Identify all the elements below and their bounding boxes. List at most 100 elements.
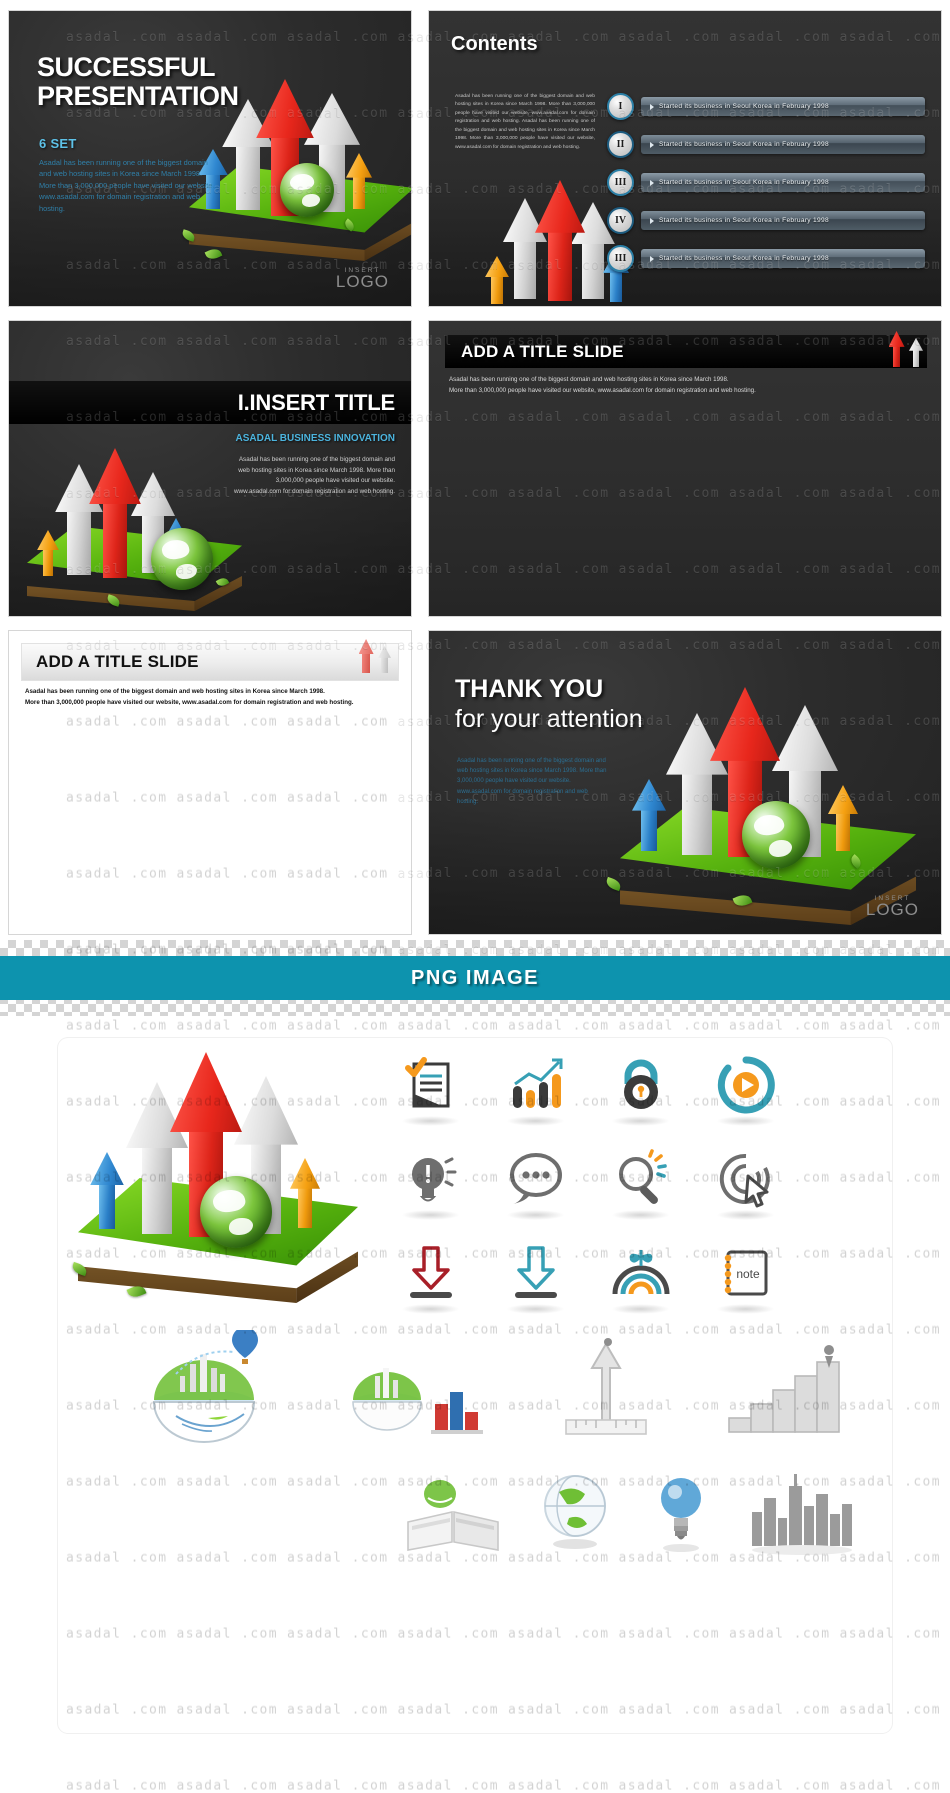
light-bulb-blue-icon[interactable]	[641, 1464, 721, 1556]
section-body-text: Asadal has been running one of the bigge…	[227, 455, 395, 498]
thankyou-title: THANK YOU	[455, 675, 603, 704]
arrow-ruler-icon[interactable]	[546, 1332, 666, 1450]
list-item-label: Started its business in Seoul Korea in F…	[659, 103, 829, 110]
icon-grid: note	[378, 1038, 798, 1320]
title-band: ADD A TITLE SLIDE	[445, 335, 927, 368]
logo-placeholder: INSERT LOGO	[866, 895, 919, 920]
png-banner-title: PNG IMAGE	[411, 967, 539, 990]
slide-body-text: Asadal has been running one of the bigge…	[449, 375, 921, 396]
page-title: I.INSERT TITLE	[238, 390, 395, 416]
arrow-blue-small	[90, 1152, 124, 1228]
list-item-label: Started its business in Seoul Korea in F…	[659, 141, 829, 148]
list-item-numeral: II	[607, 131, 634, 158]
mini-arrow-decoration	[359, 639, 391, 673]
magnifier-search-icon[interactable]	[588, 1132, 693, 1226]
triangle-bullet-icon	[650, 142, 654, 148]
green-globe	[742, 801, 810, 869]
arrow-red-main	[535, 180, 585, 300]
cover-subtitle: 6 SET	[39, 136, 77, 151]
contents-list: I Started its business in Seoul Korea in…	[607, 93, 925, 283]
note-pad-icon[interactable]: note	[693, 1226, 798, 1320]
slide-body-text: Asadal has been running one of the bigge…	[25, 687, 395, 709]
play-circle-icon[interactable]	[693, 1038, 798, 1132]
page-title: ADD A TITLE SLIDE	[36, 652, 199, 672]
section-title-band: I.INSERT TITLE	[9, 381, 411, 424]
thankyou-subtitle: for your attention	[455, 705, 643, 734]
logo-text: LOGO	[336, 272, 389, 292]
sprout-rainbow-icon[interactable]	[588, 1226, 693, 1320]
list-item-bar[interactable]: Started its business in Seoul Korea in F…	[641, 249, 925, 268]
logo-placeholder: INSERT LOGO	[336, 267, 389, 292]
arrow-red-main	[89, 448, 141, 576]
green-globe	[151, 528, 213, 590]
slide-title-light[interactable]: ADD A TITLE SLIDE Asadal has been runnin…	[8, 630, 412, 935]
cursor-click-target-icon[interactable]	[693, 1132, 798, 1226]
green-globe	[200, 1176, 272, 1248]
speech-bubble-icon[interactable]	[483, 1132, 588, 1226]
open-book-icon[interactable]	[398, 1464, 508, 1556]
note-label: note	[736, 1267, 760, 1281]
hero-arrow-globe-artwork	[68, 1048, 378, 1328]
checklist-document-icon[interactable]	[378, 1038, 483, 1132]
list-item-label: Started its business in Seoul Korea in F…	[659, 179, 829, 186]
mini-arrow-decoration	[889, 331, 923, 367]
list-item-bar[interactable]: Started its business in Seoul Korea in F…	[641, 135, 925, 154]
arrow-orange-small	[37, 530, 59, 576]
download-arrow-red-icon[interactable]	[378, 1226, 483, 1320]
page-title: Contents	[451, 33, 538, 56]
eco-city-globe-icon[interactable]	[114, 1330, 294, 1450]
composite-image-row-2	[388, 1456, 872, 1556]
arrow-orange-small	[346, 153, 372, 209]
page-title: SUCCESSFUL PRESENTATION	[37, 53, 239, 111]
contents-body-text: Asadal has been running one of the bigge…	[455, 93, 595, 152]
lightbulb-idea-icon[interactable]	[378, 1132, 483, 1226]
png-image-banner: PNG IMAGE	[0, 956, 950, 1000]
city-skyline-icon[interactable]	[742, 1464, 862, 1556]
composite-image-row-1	[88, 1330, 872, 1450]
list-item[interactable]: IV Started its business in Seoul Korea i…	[607, 207, 925, 240]
green-globe	[280, 163, 334, 217]
list-item-numeral: IV	[607, 207, 634, 234]
png-asset-section: PNG IMAGE	[0, 940, 950, 1781]
slide-cover[interactable]: SUCCESSFUL PRESENTATION 6 SET Asadal has…	[8, 10, 412, 307]
cover-body-text: Asadal has been running one of the bigge…	[39, 157, 219, 214]
triangle-bullet-icon	[650, 218, 654, 224]
list-item-numeral: I	[607, 93, 634, 120]
arrow-blue-small	[632, 779, 666, 851]
slide-contents[interactable]: Contents Asadal has been running one of …	[428, 10, 942, 307]
list-item-bar[interactable]: Started its business in Seoul Korea in F…	[641, 173, 925, 192]
slide-title-dark[interactable]: ADD A TITLE SLIDE Asadal has been runnin…	[428, 320, 942, 617]
list-item-label: Started its business in Seoul Korea in F…	[659, 217, 829, 224]
title-band: ADD A TITLE SLIDE	[21, 643, 399, 681]
list-item-label: Started its business in Seoul Korea in F…	[659, 255, 829, 262]
list-item-numeral: III	[607, 245, 634, 272]
list-item[interactable]: III Started its business in Seoul Korea …	[607, 169, 925, 202]
arrow-illustration	[27, 446, 247, 611]
list-item-numeral: III	[607, 169, 634, 196]
arrow-orange-small	[290, 1158, 320, 1228]
bar-chart-growth-icon[interactable]	[483, 1038, 588, 1132]
arrow-illustration	[614, 679, 919, 929]
list-item-bar[interactable]: Started its business in Seoul Korea in F…	[641, 97, 925, 116]
list-item[interactable]: II Started its business in Seoul Korea i…	[607, 131, 925, 164]
slide-thankyou[interactable]: THANK YOU for your attention Asadal has …	[428, 630, 942, 935]
download-arrow-teal-icon[interactable]	[483, 1226, 588, 1320]
triangle-bullet-icon	[650, 256, 654, 262]
list-item[interactable]: I Started its business in Seoul Korea in…	[607, 93, 925, 126]
section-subtitle: ASADAL BUSINESS INNOVATION	[236, 433, 395, 444]
arrow-orange-small	[828, 785, 858, 851]
globe-city-bar-chart-icon[interactable]	[345, 1332, 495, 1450]
staircase-growth-icon[interactable]	[717, 1332, 847, 1450]
list-item[interactable]: III Started its business in Seoul Korea …	[607, 245, 925, 278]
png-canvas: note	[0, 1016, 950, 1781]
png-inner-panel: note	[58, 1038, 892, 1733]
triangle-bullet-icon	[650, 180, 654, 186]
logo-text: LOGO	[866, 900, 919, 920]
world-globe-icon[interactable]	[529, 1464, 621, 1556]
list-item-bar[interactable]: Started its business in Seoul Korea in F…	[641, 211, 925, 230]
triangle-bullet-icon	[650, 104, 654, 110]
slide-section[interactable]: I.INSERT TITLE ASADAL BUSINESS INNOVATIO…	[8, 320, 412, 617]
arrow-orange-small	[485, 256, 509, 304]
padlock-icon[interactable]	[588, 1038, 693, 1132]
page-title: ADD A TITLE SLIDE	[461, 342, 624, 362]
